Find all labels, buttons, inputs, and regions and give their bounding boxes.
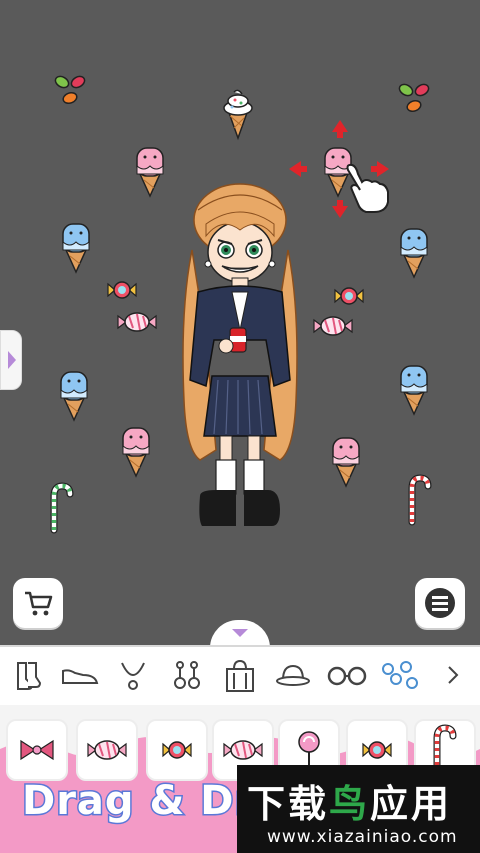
pointer-hand-icon (346, 163, 389, 213)
watermark-brand-a: 下载 (247, 782, 330, 826)
category-bar (0, 645, 480, 707)
green-candy-cane-sticker[interactable] (46, 482, 78, 534)
watermark-brand-b: 鸟 (329, 782, 371, 826)
menu-button[interactable] (415, 578, 465, 628)
side-panel-toggle[interactable] (0, 330, 22, 390)
red-candy-cane-sticker[interactable] (404, 474, 436, 526)
yellow-candy-sticker[interactable] (333, 282, 365, 310)
watermark-brand-c: 应用 (370, 782, 453, 826)
candy-icon (87, 740, 127, 760)
dress-up-canvas[interactable] (0, 0, 480, 645)
category-bag[interactable] (213, 647, 266, 705)
earrings-icon (173, 661, 200, 689)
candy-icon (223, 740, 263, 760)
yellow-candy-sticker[interactable] (106, 276, 138, 304)
category-earrings[interactable] (160, 647, 213, 705)
cart-icon (25, 591, 53, 616)
pink-popsicle-sticker[interactable] (120, 424, 154, 480)
glasses-icon (327, 666, 366, 686)
candy-icon (362, 741, 392, 759)
pink-candy-sticker[interactable] (116, 308, 158, 336)
candy-stickers-icon (381, 661, 418, 689)
item-slot-candy[interactable] (76, 719, 138, 781)
pink-popsicle-sticker[interactable] (330, 434, 364, 490)
category-shoes[interactable] (53, 647, 106, 705)
candy-icon (162, 741, 192, 759)
pink-candy-sticker[interactable] (312, 312, 354, 340)
hat-icon (276, 664, 311, 686)
watermark-brand: 下载鸟应用 (247, 773, 452, 828)
ribbon-icon (20, 739, 54, 761)
lollipop-icon (298, 731, 320, 768)
category-hat[interactable] (267, 647, 320, 705)
pink-popsicle-sticker[interactable] (134, 144, 168, 200)
category-candy-stickers[interactable] (373, 647, 427, 705)
blue-popsicle-sticker[interactable] (398, 225, 432, 281)
category-glasses[interactable] (320, 647, 373, 705)
jelly-beans-sticker[interactable] (52, 72, 92, 112)
watermark-url: www.xiazainiao.com (267, 827, 458, 847)
bag-icon (225, 659, 254, 692)
cart-button[interactable] (13, 578, 63, 628)
category-socks[interactable] (0, 647, 53, 705)
category-more[interactable] (427, 647, 480, 705)
soft-serve-sticker[interactable] (218, 88, 258, 144)
more-icon (448, 666, 459, 684)
jelly-beans-sticker[interactable] (396, 80, 436, 120)
character-girl[interactable] (176, 180, 304, 532)
category-necklace[interactable] (107, 647, 160, 705)
hamburger-menu-icon (425, 588, 455, 618)
item-slot-ribbon[interactable] (6, 719, 68, 781)
blue-popsicle-sticker[interactable] (398, 362, 432, 418)
necklace-icon (121, 662, 146, 690)
blue-popsicle-sticker[interactable] (60, 220, 94, 276)
blue-popsicle-sticker[interactable] (58, 368, 92, 424)
item-slot-candy[interactable] (146, 719, 208, 781)
socks-icon (16, 662, 41, 690)
shoes-icon (61, 669, 99, 684)
watermark: 下载鸟应用 www.xiazainiao.com (237, 765, 480, 853)
